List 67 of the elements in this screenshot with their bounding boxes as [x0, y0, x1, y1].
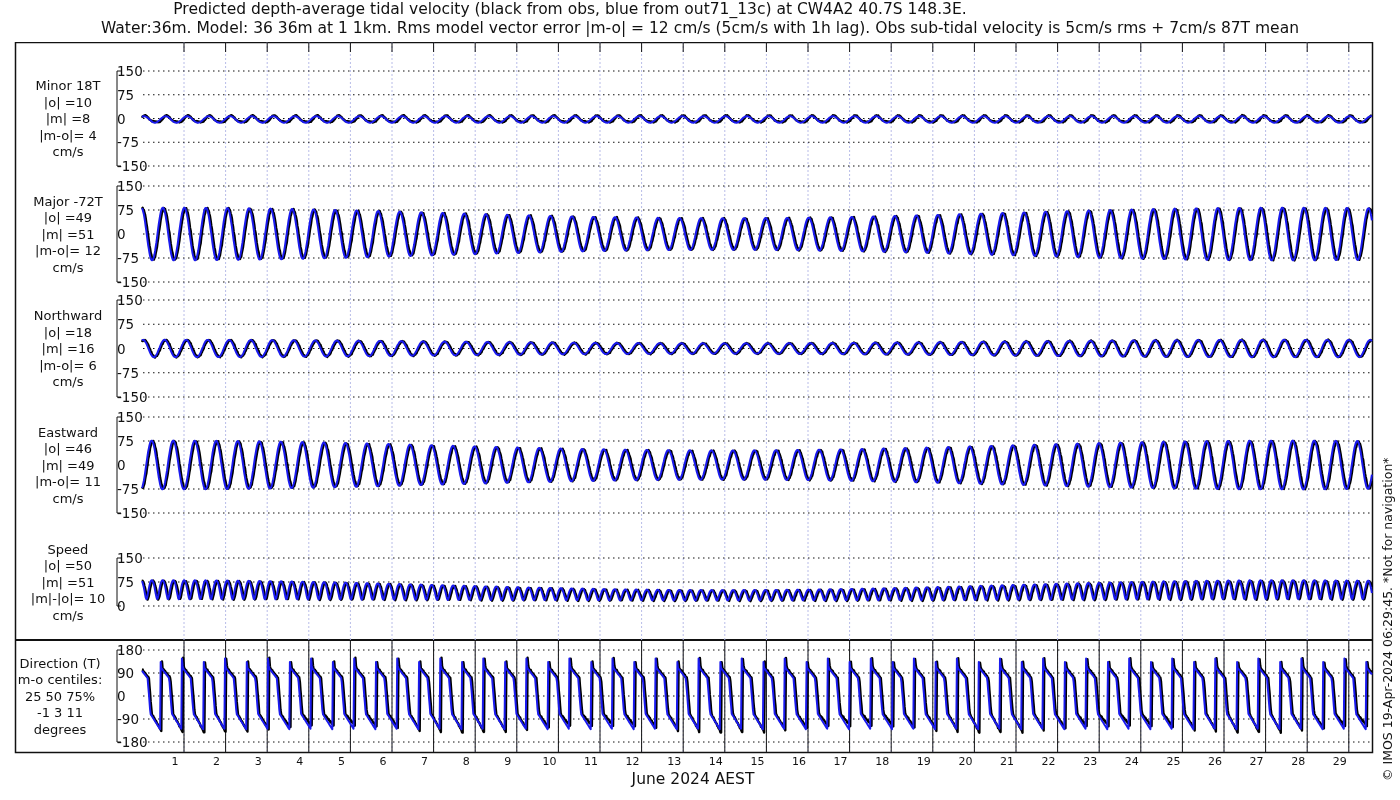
axis-tick-label: -150	[117, 158, 148, 174]
day-label: 13	[667, 755, 682, 768]
day-label: 15	[750, 755, 765, 768]
day-label: 18	[875, 755, 890, 768]
day-label: 10	[542, 755, 557, 768]
day-label: 3	[254, 755, 262, 768]
day-label: 8	[462, 755, 470, 768]
axis-tick-label: -180	[117, 734, 148, 750]
day-label: 2	[213, 755, 221, 768]
axis-tick-label: 90	[117, 665, 135, 681]
panel-label: Major -72T |o| =49 |m| =51 |m-o|= 12 cm/s	[33, 193, 103, 275]
axis-tick-label: -75	[117, 364, 140, 381]
day-label: 5	[337, 755, 345, 768]
chart-title: Water:36m. Model: 36 36m at 1 1km. Rms model vector error |m-o| = 12 cm/s (5cm/s with 1h lag). Obs sub-tidal velocity is 5cm/s rms + 7cm/s 87T mean	[101, 19, 1299, 38]
day-label: 6	[379, 755, 387, 768]
axis-tick-label: -90	[117, 711, 140, 727]
axis-tick-label: 75	[117, 202, 135, 218]
axis-tick-label: -150	[117, 505, 148, 521]
axis-tick-label: 150	[117, 409, 143, 425]
day-label: 11	[584, 755, 598, 768]
axis-tick-label: -75	[117, 134, 140, 151]
axis-tick-label: -150	[117, 389, 148, 405]
axis-tick-label: 0	[117, 457, 126, 473]
axis-tick-label: 0	[117, 340, 126, 357]
axis-tick-label: 75	[117, 574, 135, 590]
axis-tick-label: 180	[117, 642, 143, 658]
chart-title: Predicted depth-average tidal velocity (black from obs, blue from out71_13c) at CW4A2 40.7S 148.3E.	[173, 0, 968, 19]
day-label: 22	[1041, 755, 1056, 768]
axis-tick-label: 0	[117, 110, 126, 127]
day-label: 20	[958, 755, 973, 768]
axis-tick-label: 75	[117, 433, 135, 449]
day-label: 29	[1332, 755, 1347, 768]
day-label: 28	[1291, 755, 1306, 768]
panel-label: Minor 18T |o| =10 |m| =8 |m-o|= 4 cm/s	[35, 78, 101, 159]
day-label: 9	[504, 755, 512, 768]
day-label: 23	[1083, 755, 1098, 768]
day-label: 4	[296, 755, 304, 768]
axis-tick-label: 0	[117, 226, 126, 242]
day-label: 26	[1208, 755, 1222, 768]
day-label: 16	[792, 755, 806, 768]
axis-tick-label: -75	[117, 481, 140, 497]
day-label: 25	[1166, 755, 1181, 768]
day-label: 7	[421, 755, 429, 768]
day-label: 24	[1124, 755, 1139, 768]
day-label: 27	[1249, 755, 1264, 768]
axis-tick-label: -150	[117, 274, 148, 290]
axis-tick-label: 150	[117, 63, 143, 79]
day-label: 1	[171, 755, 179, 768]
panel-label: Northward |o| =18 |m| =16 |m-o|= 6 cm/s	[33, 308, 103, 389]
axis-tick-label: 75	[117, 86, 135, 103]
day-label: 21	[1000, 755, 1014, 768]
panel-label: Eastward |o| =46 |m| =49 |m-o|= 11 cm/s	[35, 424, 101, 506]
panel-label: Speed |o| =50 |m| =51 |m|-|o|= 10 cm/s	[30, 541, 106, 623]
day-label: 19	[916, 755, 931, 768]
axis-title: June 2024 AEST	[631, 770, 755, 788]
panel-label: Direction (T) m-o centiles: 25 50 75% -1 3 11 degrees	[17, 655, 103, 737]
day-label: 12	[625, 755, 640, 768]
axis-tick-label: 0	[117, 688, 126, 704]
axis-tick-label: 150	[117, 292, 143, 308]
axis-tick-label: 75	[117, 316, 135, 333]
axis-tick-label: 0	[117, 598, 126, 614]
copyright-notice: © IMOS 19-Apr-2024 06:29:45. *Not for navigation*	[1380, 457, 1395, 781]
axis-tick-label: -75	[117, 250, 140, 266]
axis-tick-label: 150	[117, 178, 143, 194]
day-label: 17	[833, 755, 848, 768]
day-label: 14	[708, 755, 723, 768]
axis-tick-label: 150	[117, 550, 143, 566]
